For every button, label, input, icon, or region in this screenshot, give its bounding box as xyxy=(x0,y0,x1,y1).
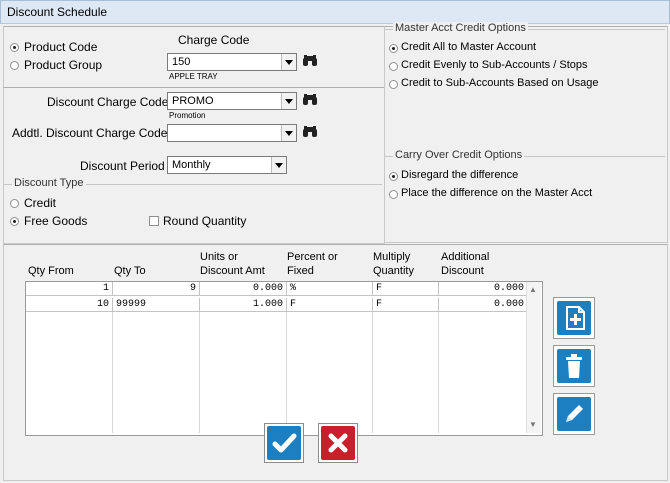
col-multiply-1: Multiply xyxy=(373,251,411,263)
discount-period-value: Monthly xyxy=(172,159,211,171)
ok-button[interactable] xyxy=(264,423,304,463)
carry-over-legend: Carry Over Credit Options xyxy=(393,149,525,161)
grid-col-line xyxy=(286,312,287,433)
discount-period-label: Discount Period xyxy=(80,159,165,173)
credit-usage-radio[interactable] xyxy=(389,80,398,89)
delete-row-button[interactable] xyxy=(553,345,595,387)
cell-percent[interactable]: F xyxy=(287,298,373,312)
cell-units[interactable]: 0.000 xyxy=(200,282,287,296)
disregard-radio[interactable] xyxy=(389,172,398,181)
col-qty-to: Qty To xyxy=(114,265,146,277)
cell-units[interactable]: 1.000 xyxy=(200,298,287,312)
credit-radio[interactable] xyxy=(10,199,19,208)
discount-charge-code-desc: Promotion xyxy=(169,111,206,120)
col-qty-from: Qty From xyxy=(28,265,74,277)
product-group-label: Product Group xyxy=(24,58,103,72)
discount-charge-code-combo[interactable]: PROMO xyxy=(167,92,297,110)
col-additional-1: Additional xyxy=(441,251,490,263)
discount-period-select[interactable]: Monthly xyxy=(167,156,287,174)
chevron-down-icon[interactable] xyxy=(281,93,296,109)
binoculars-icon[interactable] xyxy=(302,92,318,112)
addtl-discount-charge-code-label: Addtl. Discount Charge Code. xyxy=(12,126,171,140)
grid-col-line xyxy=(112,312,113,433)
place-difference-label: Place the difference on the Master Acct xyxy=(401,187,593,199)
product-code-radio[interactable] xyxy=(10,43,19,52)
free-goods-radio[interactable] xyxy=(10,217,19,226)
cell-percent[interactable]: % xyxy=(287,282,373,296)
scroll-up-icon[interactable]: ▲ xyxy=(527,284,539,296)
charge-code-value: 150 xyxy=(172,56,191,68)
product-group-radio[interactable] xyxy=(10,61,19,70)
cell-additional[interactable]: 0.000 xyxy=(439,282,527,296)
edit-row-button[interactable] xyxy=(553,393,595,435)
round-quantity-checkbox[interactable] xyxy=(149,216,159,226)
chevron-down-icon[interactable] xyxy=(281,54,296,70)
pencil-icon xyxy=(557,397,591,431)
chevron-down-icon[interactable] xyxy=(271,157,286,173)
cell-qty-from[interactable]: 1 xyxy=(26,282,113,296)
cell-multiply[interactable]: F xyxy=(373,282,439,296)
chevron-down-icon[interactable] xyxy=(281,125,296,141)
disregard-label: Disregard the difference xyxy=(401,169,519,181)
col-units-1: Units or xyxy=(200,251,238,263)
cell-multiply[interactable]: F xyxy=(373,298,439,312)
credit-all-master-radio[interactable] xyxy=(389,44,398,53)
credit-evenly-radio[interactable] xyxy=(389,62,398,71)
charge-code-header: Charge Code xyxy=(178,33,250,47)
trash-icon xyxy=(557,349,591,383)
add-document-icon xyxy=(557,301,591,335)
charge-code-desc: APPLE TRAY xyxy=(169,72,218,81)
cell-additional[interactable]: 0.000 xyxy=(439,298,527,312)
scroll-down-icon[interactable]: ▼ xyxy=(527,419,539,431)
grid-scrollbar[interactable] xyxy=(526,282,541,433)
place-difference-radio[interactable] xyxy=(389,190,398,199)
grid-col-line xyxy=(372,312,373,433)
title-bar: Discount Schedule xyxy=(0,0,670,24)
binoculars-icon[interactable] xyxy=(302,53,318,73)
addtl-discount-charge-code-combo[interactable] xyxy=(167,124,297,142)
discount-type-group xyxy=(4,184,382,241)
credit-evenly-label: Credit Evenly to Sub-Accounts / Stops xyxy=(401,59,588,71)
credit-label: Credit xyxy=(24,196,57,210)
grid-col-line xyxy=(199,312,200,433)
cancel-button[interactable] xyxy=(318,423,358,463)
grid-col-line xyxy=(438,312,439,433)
cell-qty-from[interactable]: 10 xyxy=(26,298,113,312)
discount-charge-code-label: Discount Charge Code xyxy=(47,95,169,109)
charge-code-combo[interactable]: 150 xyxy=(167,53,297,71)
binoculars-icon[interactable] xyxy=(302,124,318,144)
credit-all-master-label: Credit All to Master Account xyxy=(401,41,537,53)
col-additional-2: Discount xyxy=(441,265,484,277)
discount-charge-code-value: PROMO xyxy=(172,95,214,107)
credit-usage-label: Credit to Sub-Accounts Based on Usage xyxy=(401,77,599,89)
master-acct-legend: Master Acct Credit Options xyxy=(393,22,528,34)
col-percent-1: Percent or xyxy=(287,251,338,263)
col-percent-2: Fixed xyxy=(287,265,314,277)
cell-qty-to[interactable]: 99999 xyxy=(113,298,200,312)
free-goods-label: Free Goods xyxy=(24,214,88,228)
col-multiply-2: Quantity xyxy=(373,265,414,277)
window-title: Discount Schedule xyxy=(7,5,108,19)
col-units-2: Discount Amt xyxy=(200,265,265,277)
discount-type-legend: Discount Type xyxy=(12,177,86,189)
checkmark-icon xyxy=(267,426,301,460)
add-row-button[interactable] xyxy=(553,297,595,339)
cell-qty-to[interactable]: 9 xyxy=(113,282,200,296)
product-code-label: Product Code xyxy=(24,40,98,54)
round-quantity-label: Round Quantity xyxy=(163,214,247,228)
x-icon xyxy=(321,426,355,460)
